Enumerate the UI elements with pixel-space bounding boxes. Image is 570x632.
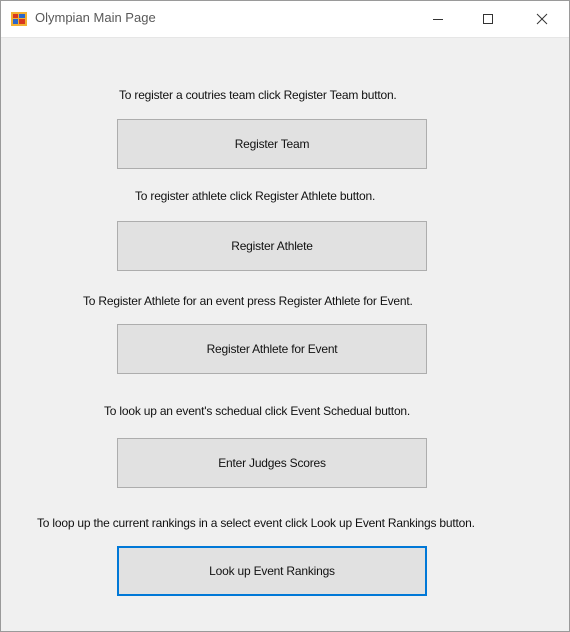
application-icon[interactable] <box>11 11 27 27</box>
title-bar[interactable]: Olympian Main Page <box>1 1 569 38</box>
maximize-button[interactable] <box>465 1 511 37</box>
look-up-event-rankings-button[interactable]: Look up Event Rankings <box>117 546 427 596</box>
close-icon <box>536 13 548 25</box>
enter-judges-scores-button[interactable]: Enter Judges Scores <box>117 438 427 488</box>
event-schedule-instruction: To look up an event's schedual click Eve… <box>104 404 411 418</box>
maximize-icon <box>483 14 493 24</box>
register-athlete-event-instruction: To Register Athlete for an event press R… <box>83 294 413 308</box>
window-title: Olympian Main Page <box>35 10 156 25</box>
register-team-button[interactable]: Register Team <box>117 119 427 169</box>
event-rankings-instruction: To loop up the current rankings in a sel… <box>37 516 475 530</box>
client-area: To register a coutries team click Regist… <box>1 38 569 631</box>
register-athlete-for-event-button[interactable]: Register Athlete for Event <box>117 324 427 374</box>
register-athlete-button[interactable]: Register Athlete <box>117 221 427 271</box>
register-athlete-instruction: To register athlete click Register Athle… <box>135 189 376 203</box>
minimize-button[interactable] <box>415 1 461 37</box>
minimize-icon <box>433 19 443 20</box>
main-window: Olympian Main Page To register a coutrie… <box>0 0 570 632</box>
close-button[interactable] <box>519 1 565 37</box>
register-team-instruction: To register a coutries team click Regist… <box>119 88 397 102</box>
